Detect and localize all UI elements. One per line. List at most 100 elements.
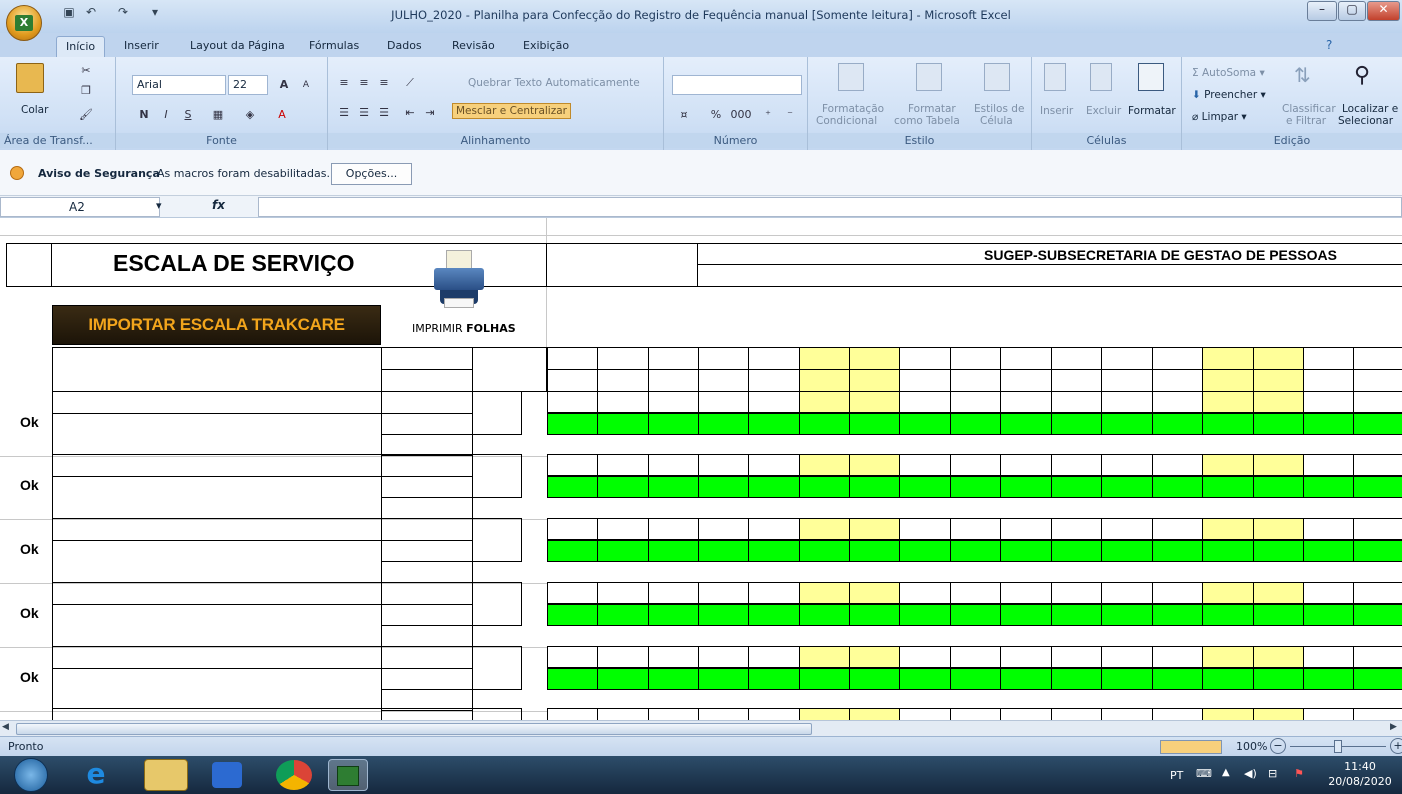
grid-header-name-cell[interactable]: [52, 347, 382, 392]
day-cell[interactable]: [748, 646, 800, 668]
employee-info-cell[interactable]: [381, 391, 473, 414]
day-cell[interactable]: [1152, 369, 1203, 392]
day-cell[interactable]: [950, 369, 1001, 392]
borders-icon[interactable]: ▦: [208, 105, 228, 125]
day-cell[interactable]: [1303, 369, 1354, 392]
day-cell[interactable]: [1353, 347, 1402, 370]
tab-exibicao[interactable]: Exibição: [523, 39, 569, 52]
day-cell[interactable]: [748, 347, 800, 370]
day-cell[interactable]: [547, 369, 598, 392]
autosum-button[interactable]: Σ AutoSoma ▾: [1192, 67, 1265, 79]
day-cell[interactable]: [547, 454, 598, 476]
employee-cell[interactable]: [52, 708, 382, 720]
day-cell[interactable]: [1353, 413, 1402, 435]
find-select-label-2[interactable]: Selecionar: [1338, 115, 1393, 127]
day-cell[interactable]: [1101, 369, 1153, 392]
day-cell[interactable]: [748, 413, 800, 435]
day-cell[interactable]: [1202, 582, 1254, 604]
zoom-thumb[interactable]: [1334, 740, 1342, 753]
copy-icon[interactable]: ❐: [76, 81, 96, 101]
employee-info-cell[interactable]: [472, 708, 522, 720]
day-cell[interactable]: [698, 413, 749, 435]
horizontal-scrollbar[interactable]: ◀ ▶: [0, 720, 1402, 736]
day-cell[interactable]: [1051, 454, 1102, 476]
cut-icon[interactable]: ✂: [76, 61, 96, 81]
day-cell[interactable]: [1051, 582, 1102, 604]
day-cell[interactable]: [1253, 582, 1304, 604]
day-cell[interactable]: [799, 646, 850, 668]
day-cell[interactable]: [547, 518, 598, 540]
day-cell[interactable]: [799, 454, 850, 476]
tab-layout[interactable]: Layout da Página: [190, 39, 285, 52]
cell-styles-icon[interactable]: [984, 63, 1010, 91]
day-cell[interactable]: [1253, 347, 1304, 370]
file-explorer-icon[interactable]: [144, 759, 188, 791]
employee-info-cell[interactable]: [381, 497, 473, 519]
day-cell[interactable]: [1353, 454, 1402, 476]
zoom-out-icon[interactable]: −: [1270, 738, 1286, 754]
day-cell[interactable]: [1303, 668, 1354, 690]
day-cell[interactable]: [1253, 518, 1304, 540]
day-cell[interactable]: [849, 646, 900, 668]
day-cell[interactable]: [1353, 540, 1402, 562]
day-cell[interactable]: [748, 582, 800, 604]
day-cell[interactable]: [597, 518, 649, 540]
align-top-icon[interactable]: ≡: [334, 73, 354, 93]
day-cell[interactable]: [1353, 668, 1402, 690]
day-cell[interactable]: [1202, 454, 1254, 476]
day-cell[interactable]: [597, 347, 649, 370]
day-cell[interactable]: [1000, 454, 1052, 476]
orientation-icon[interactable]: ⟋: [400, 73, 420, 93]
format-cells-icon[interactable]: [1138, 63, 1164, 91]
day-cell[interactable]: [698, 668, 749, 690]
day-cell[interactable]: [849, 347, 900, 370]
day-cell[interactable]: [849, 582, 900, 604]
day-cell[interactable]: [1152, 708, 1203, 720]
employee-info-cell[interactable]: [381, 413, 473, 435]
header-cell[interactable]: [546, 243, 698, 287]
day-cell[interactable]: [1253, 708, 1304, 720]
day-cell[interactable]: [899, 604, 951, 626]
day-cell[interactable]: [1152, 454, 1203, 476]
thousands-button[interactable]: 000: [728, 105, 754, 125]
import-trakcare-button[interactable]: IMPORTAR ESCALA TRAKCARE: [52, 305, 381, 345]
options-button[interactable]: Opções...: [331, 163, 412, 185]
day-cell[interactable]: [799, 604, 850, 626]
employee-info-cell[interactable]: [381, 518, 473, 541]
cell-styles-label-1[interactable]: Estilos de: [974, 103, 1024, 115]
day-cell[interactable]: [698, 604, 749, 626]
day-cell[interactable]: [748, 476, 800, 498]
view-buttons[interactable]: [1160, 740, 1222, 754]
day-cell[interactable]: [597, 604, 649, 626]
day-cell[interactable]: [950, 391, 1001, 413]
format-cells-button[interactable]: Formatar: [1128, 105, 1176, 117]
day-cell[interactable]: [849, 369, 900, 392]
day-cell[interactable]: [1152, 646, 1203, 668]
day-cell[interactable]: [1152, 391, 1203, 413]
day-cell[interactable]: [1253, 413, 1304, 435]
employee-cell[interactable]: [52, 454, 382, 477]
day-cell[interactable]: [1051, 347, 1102, 370]
day-cell[interactable]: [1051, 518, 1102, 540]
employee-info-cell[interactable]: [472, 454, 522, 498]
day-cell[interactable]: [1303, 347, 1354, 370]
day-cell[interactable]: [597, 413, 649, 435]
day-cell[interactable]: [1000, 646, 1052, 668]
underline-button[interactable]: S: [178, 105, 198, 125]
day-cell[interactable]: [698, 708, 749, 720]
help-icon[interactable]: ?: [1326, 38, 1332, 52]
day-cell[interactable]: [1303, 582, 1354, 604]
day-cell[interactable]: [1303, 476, 1354, 498]
action-center-icon[interactable]: ⚑: [1294, 767, 1304, 780]
format-painter-icon[interactable]: 🖌: [76, 105, 96, 125]
day-cell[interactable]: [698, 454, 749, 476]
day-cell[interactable]: [950, 668, 1001, 690]
day-cell[interactable]: [1000, 604, 1052, 626]
day-cell[interactable]: [1152, 476, 1203, 498]
name-box[interactable]: A2: [0, 197, 160, 217]
day-cell[interactable]: [1000, 540, 1052, 562]
day-cell[interactable]: [698, 540, 749, 562]
day-cell[interactable]: [1253, 540, 1304, 562]
day-cell[interactable]: [1202, 476, 1254, 498]
excel-taskbar-icon[interactable]: [328, 759, 368, 791]
